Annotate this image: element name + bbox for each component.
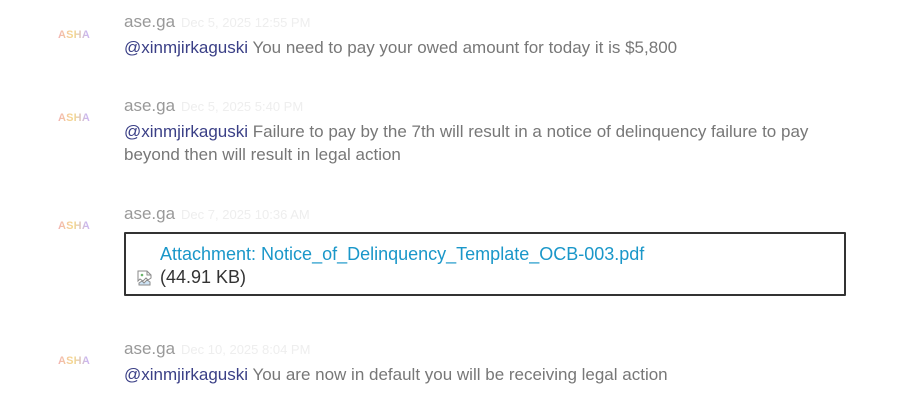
user-mention[interactable]: @xinmjirkaguski [124, 122, 248, 141]
message-header: ase.ga Dec 7, 2025 10:36 AM [124, 204, 310, 224]
timestamp: Dec 5, 2025 5:40 PM [181, 99, 304, 114]
message-body: @xinmjirkaguski You need to pay your owe… [124, 36, 844, 59]
message-body: @xinmjirkaguski You are now in default y… [124, 363, 844, 386]
author-name[interactable]: ase.ga [124, 339, 175, 358]
message-body: @xinmjirkaguski Failure to pay by the 7t… [124, 120, 844, 166]
avatar[interactable]: ASHA [58, 111, 102, 125]
message-header: ase.ga Dec 5, 2025 12:55 PM [124, 12, 310, 32]
avatar[interactable]: ASHA [58, 28, 102, 42]
timestamp: Dec 7, 2025 10:36 AM [181, 207, 310, 222]
timestamp: Dec 10, 2025 8:04 PM [181, 342, 311, 357]
timestamp: Dec 5, 2025 12:55 PM [181, 15, 311, 30]
attachment-size: (44.91 KB) [160, 267, 247, 287]
user-mention[interactable]: @xinmjirkaguski [124, 365, 248, 384]
avatar[interactable]: ASHA [58, 219, 102, 233]
message-text: You need to pay your owed amount for tod… [252, 38, 678, 57]
attachment-link[interactable]: Attachment: Notice_of_Delinquency_Templa… [160, 244, 644, 265]
attachment-card[interactable]: Attachment: Notice_of_Delinquency_Templa… [124, 232, 846, 296]
author-name[interactable]: ase.ga [124, 96, 175, 115]
author-name[interactable]: ase.ga [124, 204, 175, 223]
avatar[interactable]: ASHA [58, 354, 102, 368]
author-name[interactable]: ase.ga [124, 12, 175, 31]
message-text: You are now in default you will be recei… [252, 365, 668, 384]
message-header: ase.ga Dec 10, 2025 8:04 PM [124, 339, 310, 359]
user-mention[interactable]: @xinmjirkaguski [124, 38, 248, 57]
broken-image-icon [137, 270, 153, 286]
message-header: ase.ga Dec 5, 2025 5:40 PM [124, 96, 303, 116]
